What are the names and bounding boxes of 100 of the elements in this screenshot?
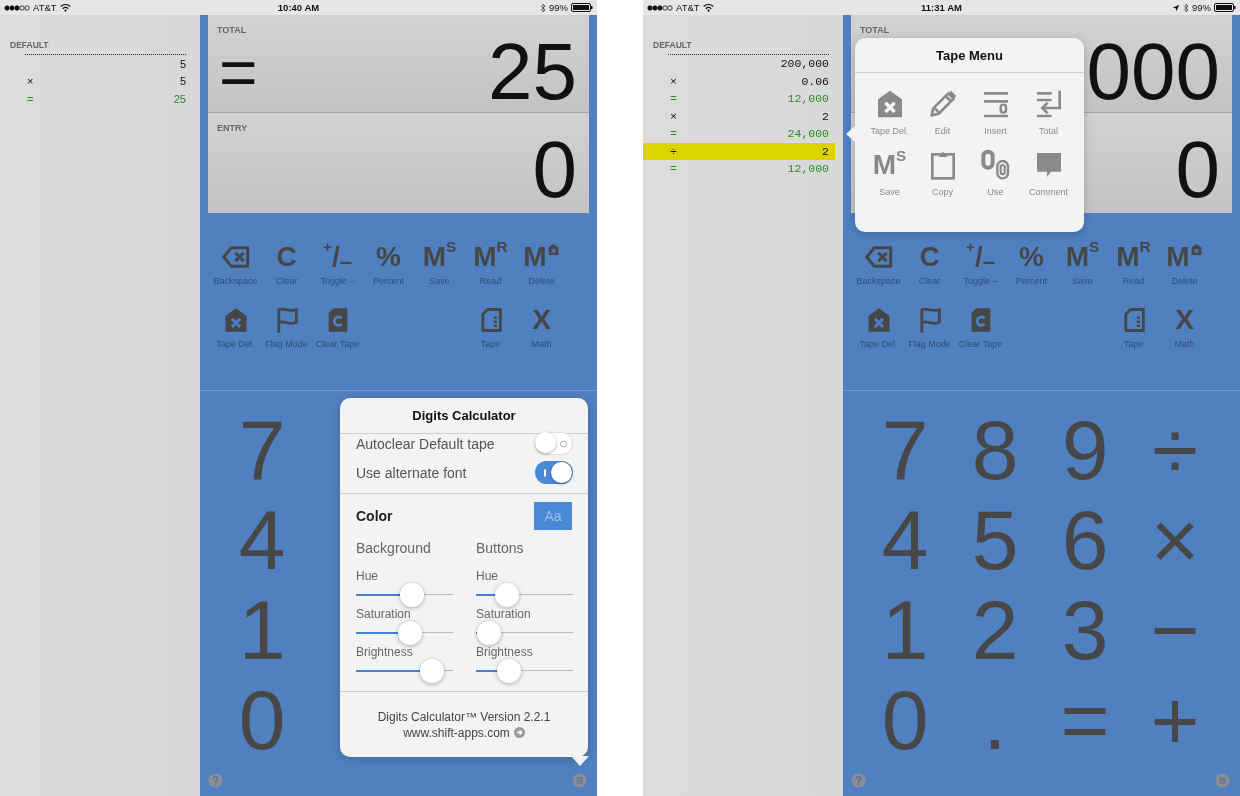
key-button[interactable]: −: [1130, 585, 1220, 675]
tape-row[interactable]: × 5: [0, 72, 192, 90]
menu-item[interactable]: Edit: [916, 87, 969, 136]
key-button[interactable]: 0: [860, 675, 950, 765]
arrow-circle-icon[interactable]: [513, 727, 525, 738]
menu-item[interactable]: Copy: [916, 148, 969, 197]
tape-row[interactable]: × 2: [643, 107, 835, 125]
menu-item[interactable]: M$^{S}$ Save: [863, 148, 916, 197]
function-button[interactable]: C Clear: [261, 241, 312, 286]
key-button[interactable]: 1: [217, 585, 307, 675]
tag-x-icon: [1189, 243, 1203, 256]
tape-value: 12,000: [787, 92, 829, 106]
tape-row[interactable]: = 12,000: [643, 160, 835, 178]
function-button[interactable]: Clear Tape: [955, 304, 1006, 349]
function-button[interactable]: $^{+}$/$_{–}$ Toggle –: [312, 241, 363, 286]
toggle-switch[interactable]: [535, 461, 573, 484]
slider[interactable]: [476, 621, 573, 645]
slider-thumb[interactable]: [494, 583, 519, 607]
slider[interactable]: [356, 583, 453, 607]
tape-value: 2: [822, 144, 829, 158]
slider-thumb[interactable]: [399, 583, 424, 607]
tape-row[interactable]: = 12,000: [643, 90, 835, 108]
function-button[interactable]: M$^{R}$ Read: [1108, 241, 1159, 286]
key-button[interactable]: ×: [1130, 495, 1220, 585]
function-button[interactable]: Backspace: [853, 241, 904, 286]
key-button[interactable]: 8: [950, 405, 1040, 495]
key-button[interactable]: 3: [1040, 585, 1130, 675]
tape-row[interactable]: 5: [0, 55, 192, 73]
key-button[interactable]: =: [1040, 675, 1130, 765]
slider-thumb[interactable]: [497, 659, 522, 683]
slider-thumb[interactable]: [420, 659, 445, 683]
function-button[interactable]: Tape Del.: [210, 304, 261, 349]
total-operator: =: [219, 39, 258, 105]
key-button[interactable]: 4: [217, 495, 307, 585]
slider[interactable]: [356, 659, 453, 683]
key-button[interactable]: 4: [860, 495, 950, 585]
menu-item[interactable]: Tape Del.: [863, 87, 916, 136]
entry-value: 0: [532, 134, 577, 206]
menu-item[interactable]: Use: [969, 148, 1022, 197]
key-button[interactable]: 7: [217, 405, 307, 495]
slider-label: Brightness: [476, 645, 533, 659]
function-button[interactable]: X Math: [516, 304, 567, 349]
function-button[interactable]: M$^{R}$ Read: [465, 241, 516, 286]
function-button[interactable]: Tape: [1108, 304, 1159, 349]
key-button[interactable]: 1: [860, 585, 950, 675]
function-button[interactable]: M$^{S}$ Save: [414, 241, 465, 286]
menu-item[interactable]: Comment: [1022, 148, 1075, 197]
total-value: 000: [1086, 36, 1220, 108]
function-button[interactable]: Flag Mode: [261, 304, 312, 349]
function-button[interactable]: Tape Del.: [853, 304, 904, 349]
menu-icon[interactable]: [572, 773, 587, 788]
tape-value: 2: [822, 109, 829, 123]
tape-operator: ×: [27, 75, 34, 88]
slider-thumb[interactable]: [398, 621, 423, 645]
tape-operator: ×: [670, 74, 677, 88]
function-button[interactable]: Flag Mode: [904, 304, 955, 349]
tape-operator: =: [670, 162, 677, 176]
tape-row[interactable]: ÷ 2: [643, 142, 835, 160]
function-button[interactable]: % Percent: [363, 241, 414, 286]
function-button[interactable]: $^{+}$/$_{–}$ Toggle –: [955, 241, 1006, 286]
key-button[interactable]: 5: [950, 495, 1040, 585]
key-button[interactable]: 6: [1040, 495, 1130, 585]
menu-icon[interactable]: [1215, 773, 1230, 788]
font-button[interactable]: Aa: [534, 502, 572, 530]
function-button[interactable]: X Math: [1159, 304, 1210, 349]
popover-title: Tape Menu: [855, 38, 1084, 73]
function-button[interactable]: Backspace: [210, 241, 261, 286]
toggle-switch[interactable]: [535, 432, 573, 455]
setting-label: Autoclear Default tape: [356, 435, 495, 452]
function-button[interactable]: M Delete: [516, 241, 567, 286]
key-button[interactable]: +: [1130, 675, 1220, 765]
slider[interactable]: [476, 583, 573, 607]
signal-icon: [647, 4, 673, 11]
function-button[interactable]: C Clear: [904, 241, 955, 286]
key-button[interactable]: 9: [1040, 405, 1130, 495]
menu-item[interactable]: Insert: [969, 87, 1022, 136]
menu-item[interactable]: Total: [1022, 87, 1075, 136]
function-button[interactable]: Clear Tape: [312, 304, 363, 349]
tape-row[interactable]: = 25: [0, 90, 192, 108]
function-button[interactable]: M Delete: [1159, 241, 1210, 286]
backspace-icon: [221, 243, 250, 271]
key-button[interactable]: 2: [950, 585, 1040, 675]
key-button[interactable]: 7: [860, 405, 950, 495]
slider[interactable]: [476, 659, 573, 683]
function-button[interactable]: % Percent: [1006, 241, 1057, 286]
help-icon[interactable]: [851, 773, 866, 788]
tape-row[interactable]: = 24,000: [643, 125, 835, 143]
tape-value: 25: [173, 92, 186, 105]
function-button[interactable]: M$^{S}$ Save: [1057, 241, 1108, 286]
slider-thumb[interactable]: [477, 621, 502, 645]
key-button[interactable]: .: [950, 675, 1040, 765]
slider[interactable]: [356, 621, 453, 645]
key-button[interactable]: 0: [217, 675, 307, 765]
key-button[interactable]: ÷: [1130, 405, 1220, 495]
entry-label: ENTRY: [217, 123, 248, 134]
tape-row[interactable]: 200,000: [643, 55, 835, 73]
website-link[interactable]: www.shift-apps.com: [403, 724, 510, 741]
function-button[interactable]: Tape: [465, 304, 516, 349]
tape-row[interactable]: × 0.06: [643, 72, 835, 90]
help-icon[interactable]: [208, 773, 223, 788]
